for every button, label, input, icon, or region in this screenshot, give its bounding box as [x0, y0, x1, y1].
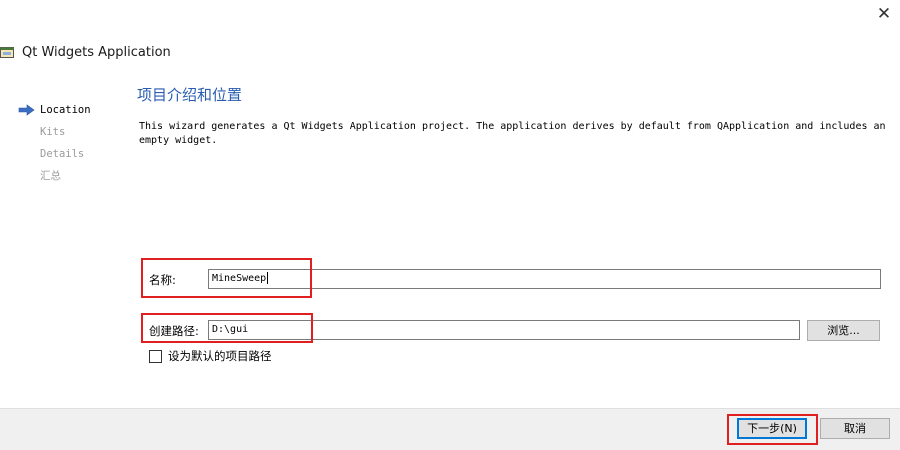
step-label: Location: [40, 104, 91, 116]
window-title-bar: Qt Widgets Application: [0, 42, 171, 62]
path-input[interactable]: D:\gui: [208, 320, 800, 340]
default-path-option[interactable]: 设为默认的项目路径: [149, 348, 272, 364]
next-button[interactable]: 下一步(N): [737, 418, 807, 439]
page-description: This wizard generates a Qt Widgets Appli…: [139, 121, 886, 146]
name-input-value: MineSweep: [212, 273, 267, 284]
step-label: Kits: [40, 126, 66, 138]
name-input[interactable]: MineSweep: [208, 269, 881, 289]
browse-button-label: 浏览...: [827, 324, 860, 337]
page-title: 项目介绍和位置: [137, 86, 243, 104]
text-caret: [267, 272, 269, 284]
name-label: 名称:: [149, 273, 176, 287]
window-title: Qt Widgets Application: [22, 44, 171, 60]
path-label: 创建路径:: [149, 324, 199, 338]
default-path-label: 设为默认的项目路径: [168, 349, 272, 363]
cancel-button[interactable]: 取消: [820, 418, 890, 439]
step-summary: 汇总: [18, 168, 91, 190]
next-button-label: 下一步(N): [747, 422, 797, 435]
step-location: Location: [18, 102, 91, 124]
current-step-arrow-icon: [18, 104, 35, 116]
step-label: Details: [40, 148, 85, 160]
close-button[interactable]: ✕: [872, 3, 896, 25]
cancel-button-label: 取消: [844, 422, 866, 435]
window-icon: [0, 46, 14, 58]
default-path-checkbox[interactable]: [149, 349, 162, 363]
step-kits: Kits: [18, 124, 91, 146]
wizard-steps: Location Kits Details 汇总: [18, 102, 91, 190]
path-input-value: D:\gui: [212, 324, 249, 335]
close-icon: ✕: [876, 4, 892, 24]
browse-button[interactable]: 浏览...: [807, 320, 880, 341]
step-label: 汇总: [40, 170, 61, 182]
step-details: Details: [18, 146, 91, 168]
